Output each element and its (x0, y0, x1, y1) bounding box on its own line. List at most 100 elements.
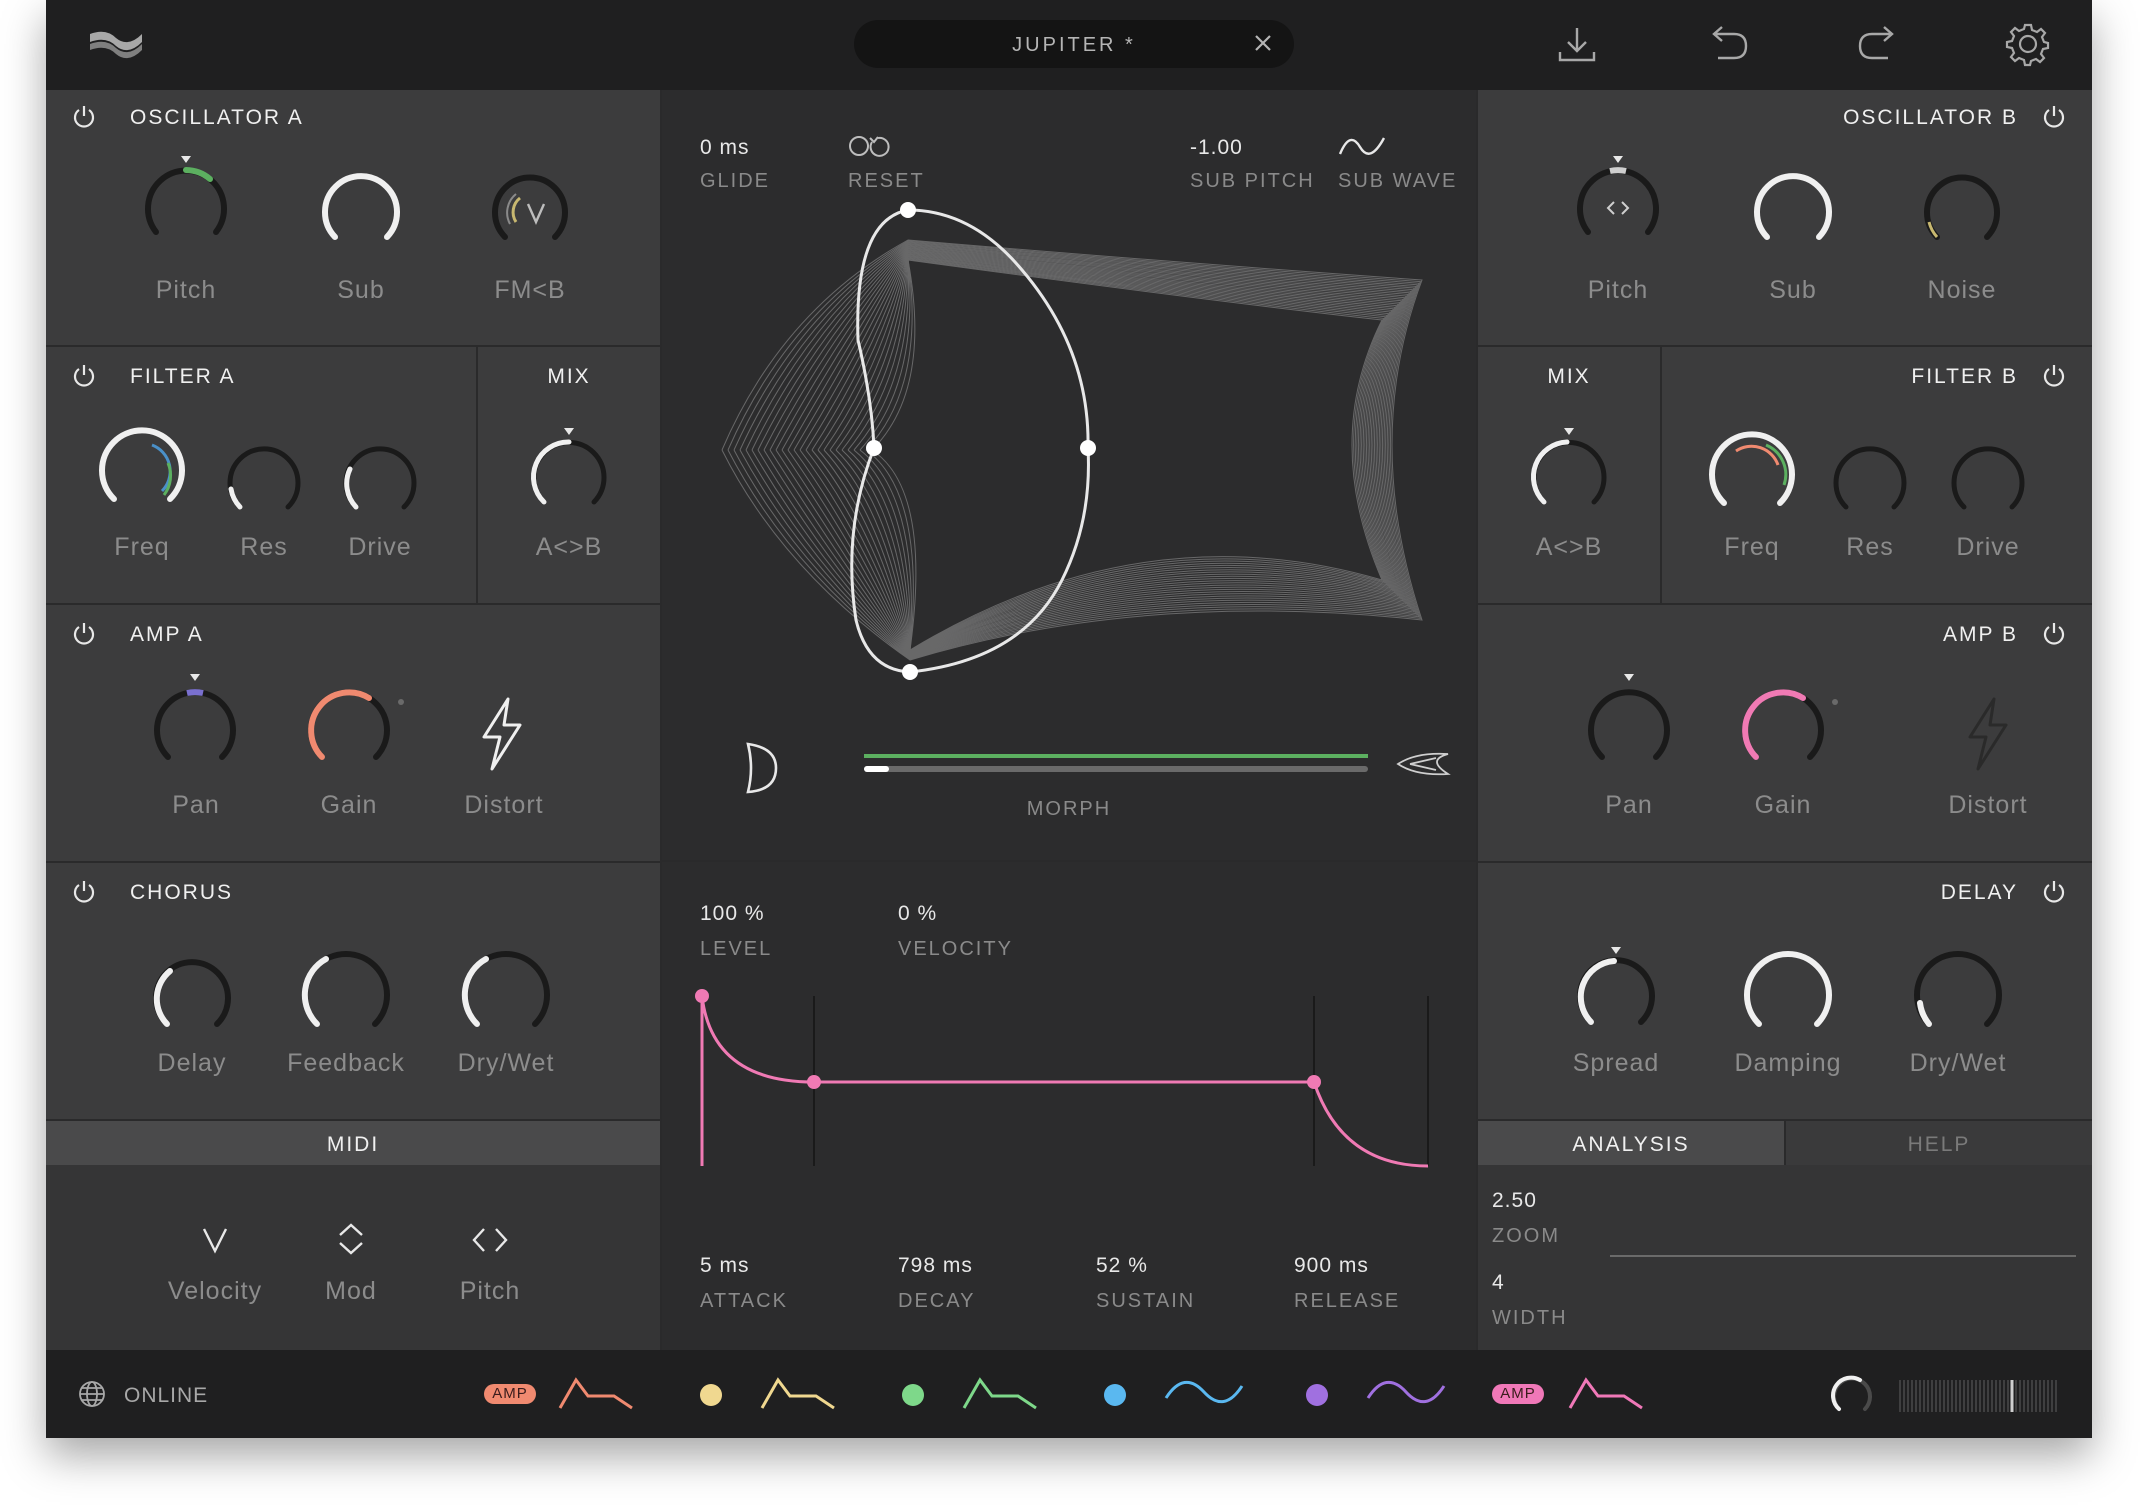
lfo-1-icon[interactable] (1164, 1374, 1244, 1412)
power-icon[interactable] (72, 104, 96, 128)
envelope-graph[interactable] (695, 982, 1442, 1182)
amp-badge: AMP (1492, 1384, 1544, 1404)
mix-knob[interactable] (527, 428, 611, 524)
midi-label: Pitch (459, 1277, 521, 1305)
feedback-knob[interactable] (298, 947, 394, 1048)
power-icon[interactable] (2042, 621, 2066, 645)
settings-icon[interactable] (2005, 22, 2050, 67)
panel-title: FILTER A (130, 365, 236, 388)
mod-icon[interactable] (336, 1221, 366, 1257)
lfo-2-icon[interactable] (1366, 1374, 1446, 1412)
power-icon[interactable] (72, 621, 96, 645)
redo-icon[interactable] (1856, 24, 1900, 66)
sub-knob[interactable] (1748, 166, 1838, 261)
modulation-bar: ONLINE AMP AMP (46, 1350, 2092, 1438)
pan-knob[interactable] (150, 674, 240, 780)
pitch-knob[interactable] (138, 156, 234, 261)
morph-display[interactable] (721, 200, 1423, 710)
knob-label: Distort (1948, 791, 2028, 819)
modulator-dot[interactable] (700, 1384, 722, 1406)
midi-tab[interactable]: MIDI (46, 1121, 660, 1165)
reset-icon[interactable] (848, 134, 898, 160)
close-icon[interactable] (1250, 30, 1276, 56)
fm-knob[interactable] (486, 168, 574, 261)
panel-title: OSCILLATOR B (1843, 106, 2018, 129)
modulator-dot[interactable] (1306, 1384, 1328, 1406)
power-icon[interactable] (72, 879, 96, 903)
amp-a-panel: AMP A Pan Gain Distort (46, 605, 660, 861)
morph-panel: 0 ms GLIDE RESET -1.00 SUB PITCH SUB WAV… (662, 90, 1476, 860)
modulator-dot[interactable] (902, 1384, 924, 1406)
gain-knob[interactable] (304, 685, 404, 780)
globe-icon[interactable] (78, 1380, 106, 1408)
attack-value[interactable]: 5 ms (700, 1254, 750, 1278)
tab-analysis[interactable]: ANALYSIS (1478, 1121, 1784, 1165)
tab-label: HELP (1907, 1133, 1971, 1156)
sub-knob[interactable] (316, 166, 406, 261)
panel-title: CHORUS (130, 881, 234, 904)
status-text: ONLINE (124, 1384, 209, 1407)
freq-knob[interactable] (94, 423, 190, 524)
level-value[interactable]: 100 % (700, 902, 765, 926)
knob-label: A<>B (1535, 533, 1603, 561)
drive-knob[interactable] (1948, 443, 2028, 528)
envelope-1-icon[interactable] (558, 1374, 634, 1412)
distort-icon[interactable] (478, 697, 524, 771)
reset-label[interactable]: RESET (848, 170, 925, 193)
fish-shape-icon[interactable] (1396, 750, 1451, 778)
morph-slider[interactable] (864, 766, 1368, 772)
logo-icon (90, 31, 142, 59)
level-meter (1899, 1380, 2057, 1412)
damping-knob[interactable] (1740, 947, 1836, 1048)
freq-knob[interactable] (1706, 429, 1798, 526)
filter-b-panel: FILTER B Freq Res Drive (1662, 347, 2092, 603)
attack-handle (695, 989, 709, 1003)
analysis-waveform (1610, 1255, 2076, 1257)
release-value[interactable]: 900 ms (1294, 1254, 1369, 1278)
velocity-icon[interactable] (200, 1225, 230, 1255)
master-volume-knob[interactable] (1830, 1374, 1874, 1418)
res-knob[interactable] (224, 443, 304, 528)
power-icon[interactable] (2042, 363, 2066, 387)
knob-label: Spread (1572, 1049, 1660, 1077)
knob-label: Dry/Wet (457, 1049, 555, 1077)
panel-title: MIX (1547, 365, 1591, 388)
pitch-icon[interactable] (470, 1225, 510, 1255)
undo-icon[interactable] (1706, 24, 1750, 66)
pitch-knob[interactable] (1570, 156, 1666, 261)
noise-knob[interactable] (1918, 168, 2006, 261)
preset-selector[interactable]: JUPITER * (854, 20, 1294, 68)
gain-knob[interactable] (1738, 685, 1838, 780)
zoom-value[interactable]: 2.50 (1492, 1189, 1537, 1213)
power-icon[interactable] (2042, 104, 2066, 128)
distort-icon[interactable] (1964, 697, 2010, 771)
mix-knob[interactable] (1527, 428, 1611, 524)
velocity-value[interactable]: 0 % (898, 902, 937, 926)
pan-knob[interactable] (1584, 674, 1674, 780)
decay-handle (807, 1075, 821, 1089)
dry-wet-knob[interactable] (458, 947, 554, 1048)
sub-pitch-value[interactable]: -1.00 (1190, 136, 1243, 160)
power-icon[interactable] (72, 363, 96, 387)
res-knob[interactable] (1830, 443, 1910, 528)
power-icon[interactable] (2042, 879, 2066, 903)
envelope-3-icon[interactable] (962, 1374, 1038, 1412)
modulator-dot[interactable] (1104, 1384, 1126, 1406)
download-icon[interactable] (1556, 24, 1598, 66)
glide-value[interactable]: 0 ms (700, 136, 750, 160)
delay-knob[interactable] (150, 957, 234, 1046)
envelope-4-icon[interactable] (1568, 1374, 1644, 1412)
spread-knob[interactable] (1574, 947, 1658, 1044)
decay-value[interactable]: 798 ms (898, 1254, 973, 1278)
morph-slider-fill (864, 766, 889, 772)
drive-knob[interactable] (340, 443, 420, 528)
envelope-2-icon[interactable] (760, 1374, 836, 1412)
sine-wave-icon[interactable] (1338, 134, 1388, 160)
width-value[interactable]: 4 (1492, 1271, 1505, 1295)
dry-wet-knob[interactable] (1910, 947, 2006, 1048)
sustain-value[interactable]: 52 % (1096, 1254, 1148, 1278)
knob-label: Gain (320, 791, 378, 819)
half-moon-shape-icon[interactable] (740, 740, 780, 796)
zoom-label: ZOOM (1492, 1225, 1560, 1247)
tab-help[interactable]: HELP (1786, 1121, 2092, 1165)
